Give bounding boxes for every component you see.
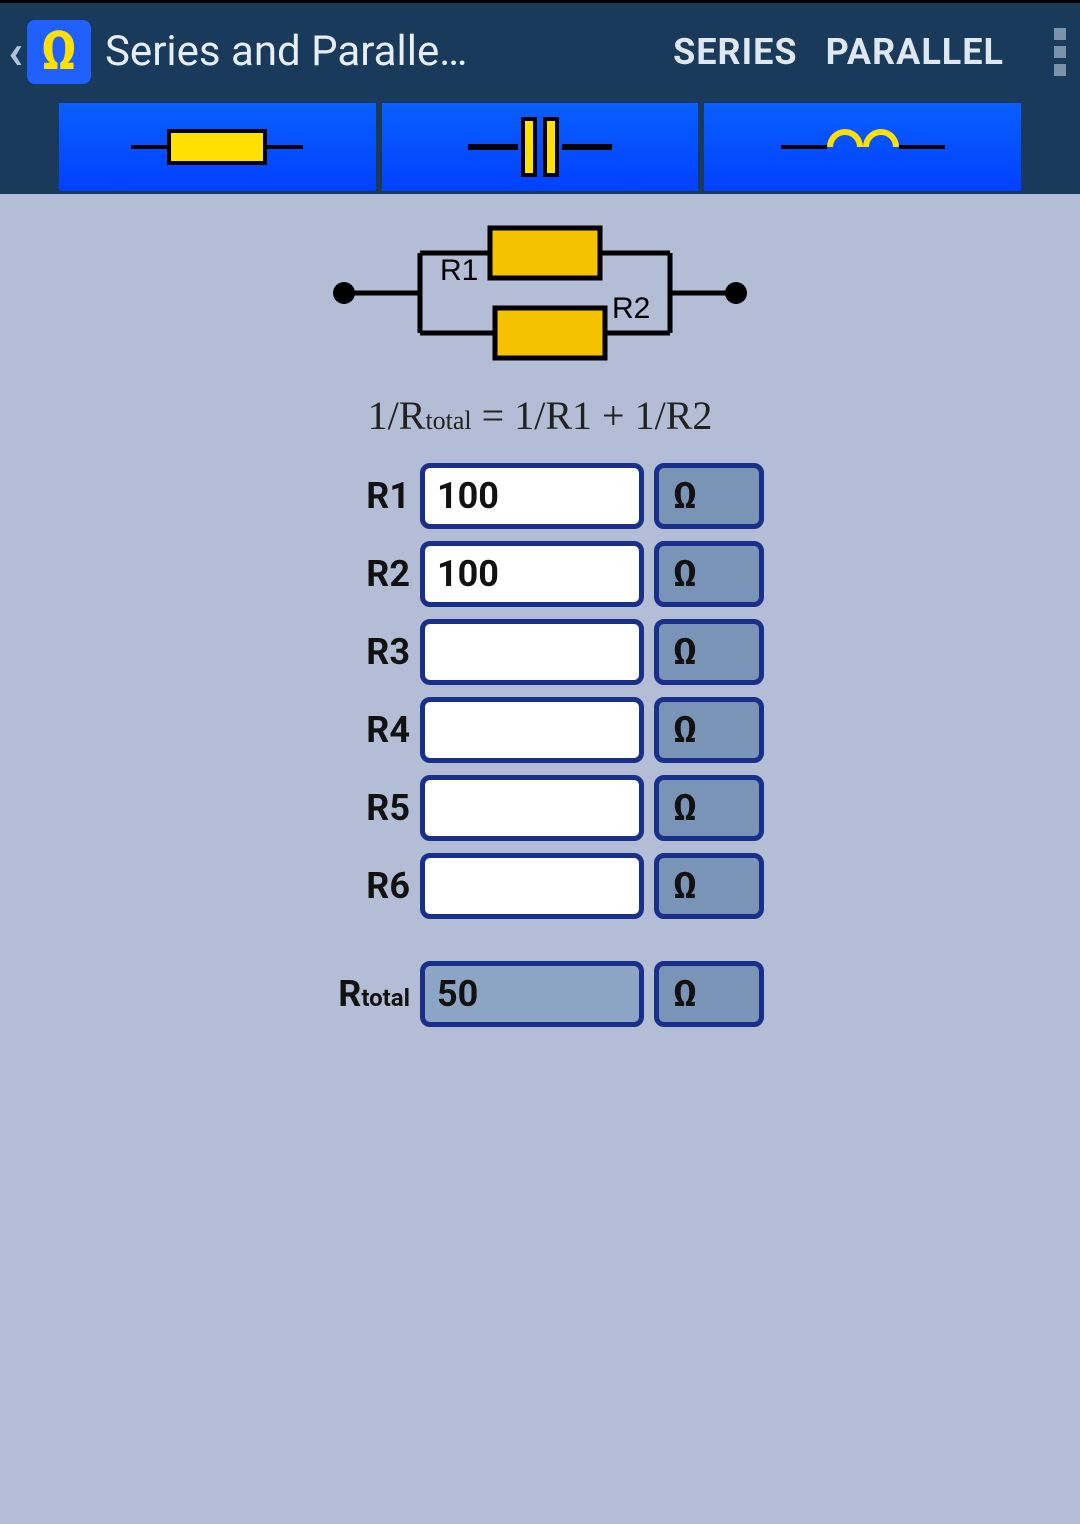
tab-series[interactable]: SERIES: [673, 31, 797, 73]
omega-icon: Ω: [41, 25, 77, 79]
input-row-r4: R4 Ω: [316, 697, 764, 763]
input-row-r2: R2 100 Ω: [316, 541, 764, 607]
inductor-tab[interactable]: [704, 103, 1021, 191]
label-r6: R6: [316, 865, 410, 907]
unit-rtotal[interactable]: Ω: [654, 961, 764, 1027]
back-icon[interactable]: ‹: [8, 23, 27, 80]
unit-r6[interactable]: Ω: [654, 853, 764, 919]
input-row-r5: R5 Ω: [316, 775, 764, 841]
unit-r1[interactable]: Ω: [654, 463, 764, 529]
svg-text:R2: R2: [612, 292, 650, 325]
input-r5[interactable]: [420, 775, 644, 841]
overflow-menu-icon[interactable]: [1048, 28, 1072, 76]
app-icon[interactable]: Ω: [27, 20, 91, 84]
label-r3: R3: [316, 631, 410, 673]
unit-r5[interactable]: Ω: [654, 775, 764, 841]
resistor-icon: [131, 129, 303, 165]
label-rtotal: Rtotal: [316, 973, 410, 1015]
unit-r4[interactable]: Ω: [654, 697, 764, 763]
inductor-icon: [781, 145, 945, 149]
resistor-tab[interactable]: [59, 103, 376, 191]
unit-r3[interactable]: Ω: [654, 619, 764, 685]
label-r5: R5: [316, 787, 410, 829]
input-row-r3: R3 Ω: [316, 619, 764, 685]
input-row-r6: R6 Ω: [316, 853, 764, 919]
component-type-selector: [0, 100, 1080, 194]
svg-text:R1: R1: [440, 254, 478, 287]
input-r6[interactable]: [420, 853, 644, 919]
label-r2: R2: [316, 553, 410, 595]
input-r3[interactable]: [420, 619, 644, 685]
tab-parallel[interactable]: PARALLEL: [826, 31, 1004, 73]
input-row-r1: R1 100 Ω: [316, 463, 764, 529]
page-title: Series and Parallel co…: [105, 27, 475, 76]
result-rtotal: 50: [420, 961, 644, 1027]
input-r2[interactable]: 100: [420, 541, 644, 607]
capacitor-tab[interactable]: [382, 103, 699, 191]
unit-r2[interactable]: Ω: [654, 541, 764, 607]
input-r1[interactable]: 100: [420, 463, 644, 529]
parallel-circuit-diagram: R1 R2: [330, 218, 750, 368]
capacitor-icon: [468, 117, 612, 177]
formula-text: 1/Rtotal = 1/R1 + 1/R2: [368, 392, 713, 439]
label-r1: R1: [316, 475, 410, 517]
input-rows: R1 100 Ω R2 100 Ω R3 Ω R4 Ω R5 Ω R6 Ω: [316, 463, 764, 1027]
result-row: Rtotal 50 Ω: [316, 961, 764, 1027]
app-bar: ‹ Ω Series and Parallel co… SERIES PARAL…: [0, 0, 1080, 100]
input-r4[interactable]: [420, 697, 644, 763]
label-r4: R4: [316, 709, 410, 751]
